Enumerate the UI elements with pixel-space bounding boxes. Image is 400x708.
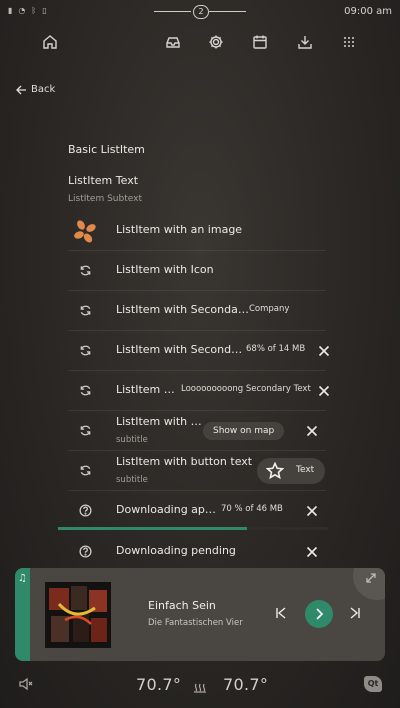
refresh-icon: [76, 421, 94, 439]
refresh-icon: [76, 461, 94, 479]
download-icon[interactable]: [296, 33, 314, 51]
track-title: Einfach Sein: [148, 599, 216, 612]
secondary-text: Looooooooong Secondary Text: [181, 384, 311, 394]
list-item-pending[interactable]: Downloading pending: [68, 531, 326, 571]
refresh-icon: [76, 341, 94, 359]
button-label: Text: [296, 465, 315, 475]
list-item-download[interactable]: Downloading ap… 70 % of 46 MB: [68, 490, 326, 530]
list-item-label: ListItem with an image: [116, 223, 243, 236]
list-item-image[interactable]: ListItem with an image: [68, 210, 326, 251]
calendar-icon[interactable]: [251, 33, 269, 51]
list-item-label: ListItem with Second…: [116, 343, 243, 356]
refresh-icon: [76, 381, 94, 399]
star-text-button[interactable]: Text: [257, 458, 325, 484]
page-indicator-number: 2: [193, 5, 209, 19]
track-artist: Die Fantastischen Vier: [148, 618, 243, 628]
list-item-text-subtitle: ListItem Subtext: [68, 194, 142, 204]
list-item-button-text[interactable]: ListItem with button text subtitle Text: [68, 450, 326, 491]
close-icon[interactable]: [306, 502, 320, 517]
qt-logo: Qt: [364, 676, 382, 692]
battery-icon: ▯: [42, 6, 47, 15]
list-item-label: ListItem with Icon: [116, 263, 214, 276]
list-item-label: Downloading ap…: [116, 503, 216, 516]
section-title: Basic ListItem: [68, 143, 145, 156]
help-circle-icon: [76, 501, 94, 519]
list-item-label: ListItem with button text: [116, 455, 253, 468]
help-circle-icon: [76, 542, 94, 560]
apps-grid-icon[interactable]: [340, 33, 358, 51]
previous-track-icon[interactable]: [273, 605, 289, 621]
list-item-label: ListItem with …: [116, 415, 202, 428]
expand-button[interactable]: [353, 568, 385, 600]
volume-icon[interactable]: [18, 676, 34, 692]
close-icon[interactable]: [318, 342, 332, 357]
play-button[interactable]: [305, 600, 333, 628]
secondary-text: 70 % of 46 MB: [221, 504, 283, 514]
list-item-subtitle: subtitle: [116, 435, 148, 445]
close-icon[interactable]: [306, 422, 320, 437]
seat-heat-icon[interactable]: [192, 679, 208, 693]
download-progress-bar: [58, 527, 328, 530]
inbox-icon[interactable]: [164, 33, 182, 51]
list-item-label: Downloading pending: [116, 544, 236, 557]
expand-icon: [366, 573, 376, 583]
album-art: [45, 582, 111, 648]
bluetooth-icon: ᛒ: [31, 6, 37, 15]
home-icon[interactable]: [41, 33, 59, 51]
back-label: Back: [31, 84, 56, 95]
star-icon: [266, 462, 284, 480]
refresh-icon: [76, 261, 94, 279]
close-icon[interactable]: [318, 382, 332, 397]
page-indicator: 2: [154, 5, 246, 19]
list-item-label: ListItem …: [116, 383, 175, 396]
signal-icon: ▮: [8, 6, 13, 15]
list-item-text-title: ListItem Text: [68, 174, 139, 187]
arrow-left-icon: [16, 85, 26, 94]
secondary-text: 68% of 14 MB: [246, 344, 306, 354]
list-item-map[interactable]: ListItem with … subtitle Show on map: [68, 410, 326, 451]
list-item-long-secondary[interactable]: ListItem … Looooooooong Secondary Text: [68, 370, 330, 411]
status-icons: ▮ ◔ ᛒ ▯: [8, 6, 47, 15]
left-temperature[interactable]: 70.7°: [136, 675, 181, 694]
back-button[interactable]: Back: [16, 84, 55, 95]
clock: 09:00 am: [344, 6, 392, 17]
list-item-subtitle: subtitle: [116, 475, 148, 485]
refresh-icon: [76, 301, 94, 319]
settings-icon[interactable]: [207, 33, 225, 51]
download-progress-fill: [58, 527, 247, 530]
right-temperature[interactable]: 70.7°: [223, 675, 268, 694]
list-item-secondary[interactable]: ListItem with Seconda… Company: [68, 290, 326, 331]
media-player-card[interactable]: ♫ Einfach Sein Die Fantastischen Vier: [15, 568, 385, 661]
secondary-text: Company: [249, 304, 290, 314]
wifi-icon: ◔: [18, 6, 26, 15]
list-item-secondary-close[interactable]: ListItem with Second… 68% of 14 MB: [68, 330, 330, 371]
play-icon: [316, 608, 324, 620]
list-item-icon[interactable]: ListItem with Icon: [68, 250, 326, 291]
next-track-icon[interactable]: [347, 605, 363, 621]
show-on-map-button[interactable]: Show on map: [203, 422, 285, 440]
list-item-label: ListItem with Seconda…: [116, 303, 249, 316]
orange-petals-image: [72, 218, 98, 244]
close-icon[interactable]: [306, 543, 320, 558]
music-note-icon: ♫: [18, 573, 27, 584]
